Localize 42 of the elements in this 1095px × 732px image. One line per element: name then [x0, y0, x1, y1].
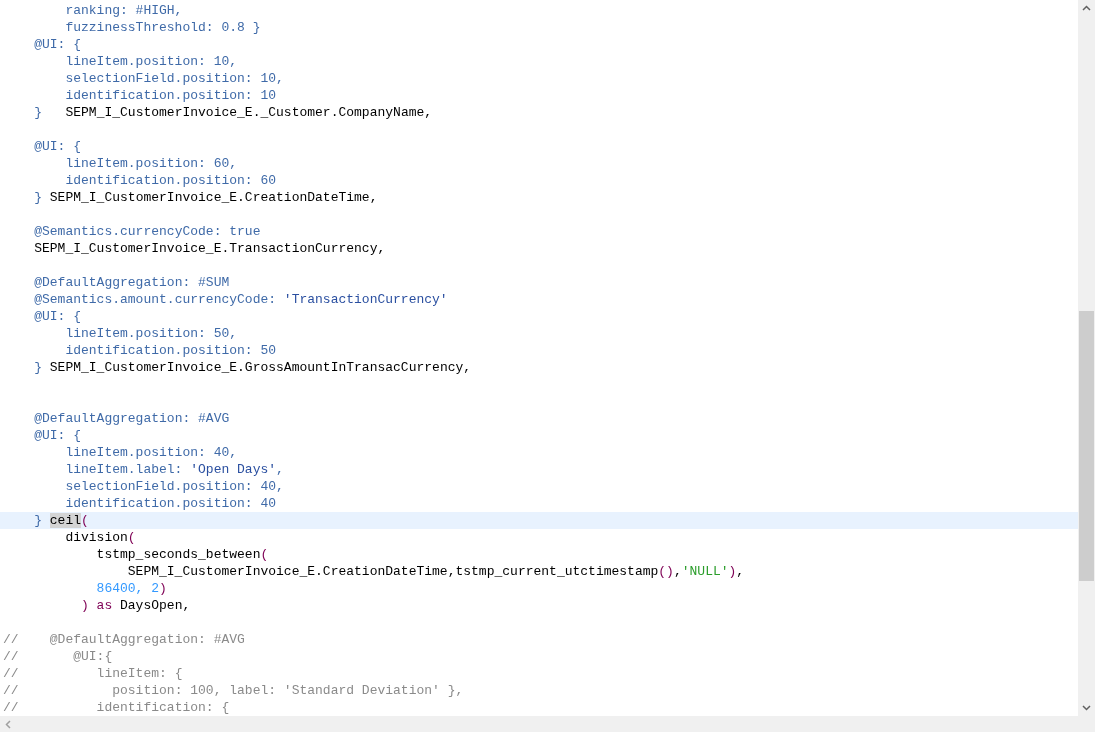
scroll-left-icon[interactable]: [5, 719, 11, 729]
code-line: lineItem.label: 'Open Days',: [65, 461, 284, 478]
code-line: // @UI:{: [3, 648, 113, 665]
code-line: @Semantics.amount.currencyCode: 'TransactionCurrency': [34, 291, 448, 308]
code-line: identification.position: 10: [65, 87, 277, 104]
code-line: } SEPM_I_CustomerInvoice_E.GrossAmountInTransacCurrency,: [34, 359, 472, 376]
code-line: lineItem.position: 10,: [65, 53, 238, 70]
horizontal-scrollbar[interactable]: [0, 716, 1078, 732]
code-line: @UI: {: [34, 308, 81, 325]
code-line: // @DefaultAggregation: #AVG: [3, 631, 245, 648]
code-line: lineItem.position: 60,: [65, 155, 238, 172]
code-line: @DefaultAggregation: #SUM: [34, 274, 230, 291]
code-line: // position: 100, label: 'Standard Deviation' },: [3, 682, 464, 699]
code-line: identification.position: 40: [65, 495, 277, 512]
code-line: } SEPM_I_CustomerInvoice_E.CreationDateTime,: [34, 189, 378, 206]
code-line: selectionField.position: 10,: [65, 70, 284, 87]
code-line: ranking: #HIGH,: [65, 2, 183, 19]
code-line: @UI: {: [34, 36, 81, 53]
code-line: SEPM_I_CustomerInvoice_E.CreationDateTime,tstmp_current_utctimestamp(),'NULL'),: [127, 563, 745, 580]
code-line: // lineItem: {: [3, 665, 183, 682]
vertical-scrollbar[interactable]: [1078, 0, 1095, 716]
code-line: identification.position: 60: [65, 172, 277, 189]
code-line: selectionField.position: 40,: [65, 478, 284, 495]
code-line: ) as DaysOpen,: [81, 597, 191, 614]
scrollbar-thumb[interactable]: [1079, 311, 1094, 581]
code-line: lineItem.position: 40,: [65, 444, 238, 461]
code-line: identification.position: 50: [65, 342, 277, 359]
code-line: @UI: {: [34, 427, 81, 444]
code-line: SEPM_I_CustomerInvoice_E.TransactionCurrency,: [34, 240, 386, 257]
code-line: 86400, 2): [96, 580, 167, 597]
code-line: @Semantics.currencyCode: true: [34, 223, 261, 240]
code-line: fuzzinessThreshold: 0.8 }: [65, 19, 261, 36]
code-line: } ceil(: [34, 512, 89, 529]
scroll-up-icon[interactable]: [1082, 5, 1091, 11]
code-line: } SEPM_I_CustomerInvoice_E._Customer.CompanyName,: [34, 104, 433, 121]
code-line: division(: [65, 529, 136, 546]
code-line: // identification: {: [3, 699, 230, 716]
code-line: lineItem.position: 50,: [65, 325, 238, 342]
code-line: @DefaultAggregation: #AVG: [34, 410, 230, 427]
code-line: @UI: {: [34, 138, 81, 155]
scroll-down-icon[interactable]: [1082, 705, 1091, 711]
code-line: tstmp_seconds_between(: [96, 546, 269, 563]
